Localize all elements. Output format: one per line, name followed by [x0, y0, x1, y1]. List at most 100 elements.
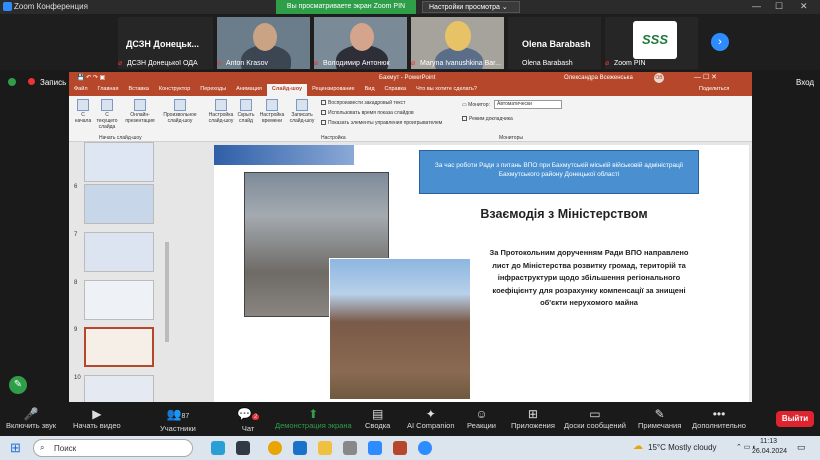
summary-button[interactable]: ▤ Сводка	[365, 407, 390, 430]
timer-icon	[266, 99, 278, 111]
quick-access-icons[interactable]: 💾 ↶ ↷ ▣	[77, 74, 105, 81]
recording-label[interactable]: Запись	[40, 78, 66, 87]
menu-item-help[interactable]: Справка	[380, 84, 412, 96]
menu-item-insert[interactable]: Вставка	[123, 84, 153, 96]
chat-button[interactable]: 💬 2 Чат	[237, 407, 260, 433]
participant-tile[interactable]: ⌀ Maryna Ivanushkina Bar...	[411, 17, 504, 69]
clock-time[interactable]: 11:13	[760, 438, 777, 445]
minimize-icon[interactable]: —	[752, 1, 761, 11]
participant-tile[interactable]: ДСЗН Донецьк... ⌀ ДСЗН Донецької ОДА	[118, 17, 213, 69]
menu-item-slideshow[interactable]: Слайд-шоу	[266, 84, 308, 96]
slide-number: 9	[74, 327, 78, 333]
chrome-icon[interactable]	[268, 441, 282, 455]
zoom-taskbar-icon[interactable]	[418, 441, 432, 455]
notes-button[interactable]: ✎ Примечания	[638, 407, 681, 430]
tell-me-search[interactable]: Что вы хотите сделать?	[411, 84, 482, 96]
timings-checkbox[interactable]: Использовать время показа слайдов	[321, 110, 414, 116]
muted-mic-icon: 🎤	[23, 407, 39, 421]
hide-slide-button[interactable]: Скрыть слайд	[235, 99, 257, 124]
menu-item-animation[interactable]: Анимация	[231, 84, 267, 96]
menu-item-view[interactable]: Вид	[360, 84, 380, 96]
maximize-icon[interactable]: ☐	[775, 1, 783, 12]
chevron-down-icon: ⌄	[501, 4, 508, 11]
word-icon[interactable]	[293, 441, 307, 455]
record-show-button[interactable]: Записать слайд-шоу	[287, 99, 317, 124]
reactions-button[interactable]: ☺ Реакции	[467, 407, 496, 430]
slide-thumbnail[interactable]	[84, 375, 154, 402]
slide-thumbnail[interactable]	[84, 142, 154, 182]
shield-icon	[8, 78, 16, 86]
annotate-pen-icon[interactable]: ✎	[9, 376, 27, 394]
leave-button[interactable]: Выйти	[776, 411, 814, 427]
muted-mic-icon: ⌀	[605, 60, 610, 67]
menu-item-transitions[interactable]: Переходы	[195, 84, 231, 96]
muted-mic-icon: ⌀	[118, 60, 123, 67]
media-controls-checkbox[interactable]: Показать элементы управления проигрывате…	[321, 120, 442, 126]
start-video-button[interactable]: ▶ Начать видео	[73, 407, 121, 430]
window-controls[interactable]: — ☐ ✕	[694, 73, 717, 81]
muted-mic-icon: ⌀	[217, 60, 222, 67]
whiteboards-button[interactable]: ▭ Доски сообщений	[564, 407, 626, 430]
notifications-icon[interactable]: ▭	[797, 442, 806, 453]
setup-show-button[interactable]: Настройка слайд-шоу	[207, 99, 235, 124]
unmute-button[interactable]: 🎤 Включить звук	[6, 407, 56, 430]
monitor-select[interactable]: Автоматически	[494, 100, 562, 109]
view-button[interactable]: Вход	[796, 78, 814, 87]
from-start-button[interactable]: С начала	[73, 99, 93, 124]
participant-name: Володимир Антонюк	[323, 60, 390, 67]
explorer-icon[interactable]	[236, 441, 250, 455]
close-icon[interactable]: ✕	[800, 1, 808, 12]
share-screen-button[interactable]: ⬆ Демонстрация экрана	[275, 407, 352, 430]
slide-thumbnail[interactable]	[84, 280, 154, 320]
online-presentation-button[interactable]: Онлайн-презентация	[123, 99, 157, 124]
avatar[interactable]: ОВ	[654, 73, 664, 83]
slide-thumbnail[interactable]	[84, 184, 154, 224]
custom-show-button[interactable]: Произвольное слайд-шоу	[161, 99, 199, 124]
ribbon-label: Произвольное слайд-шоу	[163, 112, 197, 124]
clock-date[interactable]: 26.04.2024	[752, 448, 787, 455]
presenter-view-checkbox[interactable]: Режим докладчика	[462, 116, 513, 122]
globe-icon	[134, 99, 146, 111]
app-icon[interactable]	[343, 441, 357, 455]
folder-icon[interactable]	[318, 441, 332, 455]
participant-tile[interactable]: Olena Barabash Olena Barabash	[508, 17, 601, 69]
share-link[interactable]: Поделиться	[694, 84, 734, 96]
participants-button[interactable]: 👥87 Участники	[160, 407, 196, 433]
scrollbar[interactable]	[165, 242, 169, 342]
slide[interactable]: За час роботи Ради з питань ВПО при Бахм…	[214, 145, 749, 402]
participant-tile[interactable]: ⌀ Anton Krasov	[217, 17, 310, 69]
slide-thumbnail[interactable]	[84, 232, 154, 272]
zoom-toolbar: 🎤 Включить звук ▶ Начать видео 👥87 Участник…	[0, 404, 820, 436]
slide-thumbnail-selected[interactable]	[84, 327, 154, 367]
taskbar-search[interactable]: ⌕ Поиск	[33, 439, 193, 457]
telegram-icon[interactable]	[211, 441, 225, 455]
ai-companion-button[interactable]: ✦ AI Companion	[407, 407, 455, 430]
ribbon-label: Онлайн-презентация	[125, 112, 155, 124]
next-page-button[interactable]: ›	[711, 33, 729, 51]
toolbar-label: Приложения	[511, 421, 555, 430]
rehearse-timings-button[interactable]: Настройка времени	[259, 99, 285, 124]
weather-text[interactable]: 15°C Mostly cloudy	[648, 443, 717, 452]
menu-item-home[interactable]: Главная	[93, 84, 124, 96]
view-settings-button[interactable]: Настройки просмотра ⌄	[422, 1, 520, 13]
participants-count: 87	[181, 413, 190, 420]
group-label: Настройка	[321, 135, 346, 141]
apps-button[interactable]: ⊞ Приложения	[511, 407, 555, 430]
app-icon[interactable]	[368, 441, 382, 455]
more-button[interactable]: ••• Дополнительно	[692, 407, 746, 430]
menu-item-file[interactable]: Файл	[69, 84, 93, 96]
participant-tile[interactable]: ⌀ Володимир Антонюк	[314, 17, 407, 69]
participant-tile[interactable]: SSS ⌀ Zoom PIN	[605, 17, 698, 69]
participant-big-name: ДСЗН Донецьк...	[126, 39, 199, 49]
more-icon: •••	[712, 407, 726, 421]
menu-item-review[interactable]: Рецензирование	[307, 84, 359, 96]
toolbar-label: Демонстрация экрана	[275, 421, 352, 430]
ribbon-label: С начала	[74, 112, 92, 124]
participant-name: ДСЗН Донецької ОДА	[127, 60, 198, 67]
narration-checkbox[interactable]: Воспроизвести закадровый текст	[321, 100, 405, 106]
menu-item-design[interactable]: Конструктор	[154, 84, 195, 96]
windows-start-icon[interactable]: ⊞	[10, 441, 21, 454]
from-current-button[interactable]: С текущего слайда	[95, 99, 119, 130]
search-icon: ⌕	[40, 443, 45, 452]
powerpoint-icon[interactable]	[393, 441, 407, 455]
